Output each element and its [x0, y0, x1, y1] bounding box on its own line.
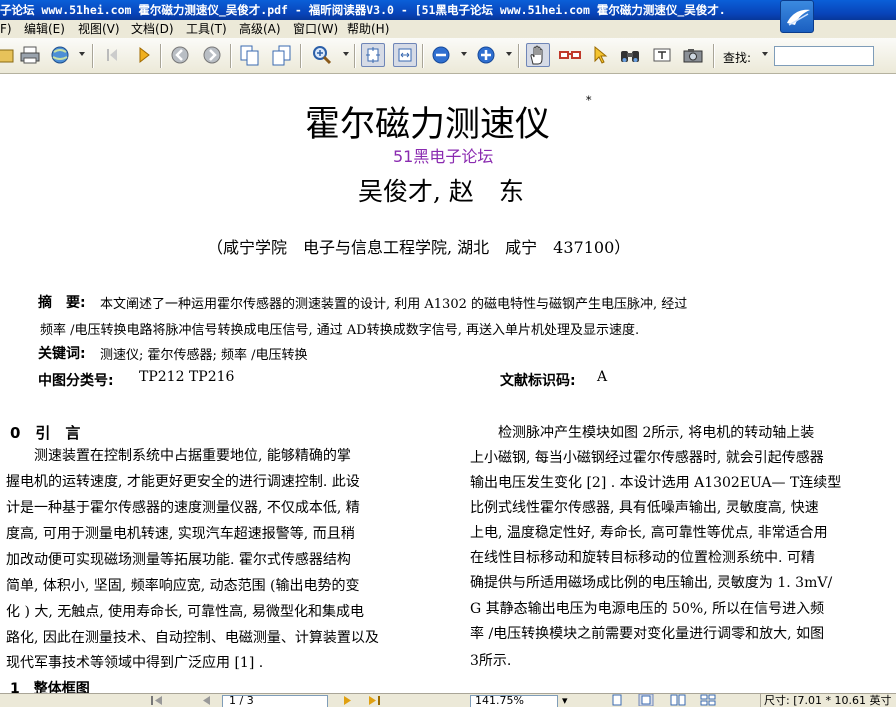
continuous-facing-view-icon[interactable]: [700, 694, 716, 707]
menu-file[interactable]: F): [0, 20, 12, 38]
menu-document[interactable]: 文档(D): [131, 20, 174, 38]
left-line-9: 现代军事技术等领域中得到广泛应用 [1] .: [6, 655, 264, 671]
chevron-down-icon[interactable]: [506, 52, 512, 56]
toolbar-separator: [300, 44, 302, 68]
first-page-button[interactable]: [150, 694, 164, 707]
abstract-label: 摘 要:: [38, 295, 86, 311]
camera-icon[interactable]: [681, 43, 705, 67]
continuous-view-icon[interactable]: [638, 694, 654, 707]
nav-back-icon[interactable]: [168, 43, 192, 67]
left-line-6: 简单, 体积小, 坚固, 频率响应宽, 动态范围 (输出电势的变: [6, 578, 360, 594]
next-page-button[interactable]: [342, 694, 354, 707]
left-line-5: 加改动便可实现磁场测量等拓展功能. 霍尔式传感器结构: [6, 552, 351, 568]
single-page-view-icon[interactable]: [610, 694, 624, 707]
binoculars-icon[interactable]: [618, 43, 642, 67]
right-line-6: 在线性目标移动和旋转目标移动的位置检测系统中. 可精: [470, 550, 815, 566]
right-line-3: 输出电压发生变化 [2] . 本设计选用 A1302EUA— T连续型: [470, 475, 842, 491]
right-line-9: 率 /电压转换模块之前需要对变化量进行调零和放大, 如图: [470, 626, 825, 642]
window-title: 子论坛 www.51hei.com 霍尔磁力测速仪_吴俊才.pdf - 福昕阅读…: [0, 3, 726, 17]
page-number-text: 1 / 3: [229, 694, 254, 707]
toolbar-separator: [230, 44, 232, 68]
hand-tool-icon[interactable]: [526, 43, 550, 67]
left-line-4: 度高, 可用于测量电机转速, 实现汽车超速报警等, 而且稍: [6, 526, 355, 542]
toolbar-separator: [92, 44, 94, 68]
select-arrow-icon[interactable]: [588, 43, 612, 67]
menu-bar: F) 编辑(E) 视图(V) 文档(D) 工具(T) 高级(A) 窗口(W) 帮…: [0, 20, 896, 38]
zoom-in-tool-icon[interactable]: [310, 43, 334, 67]
right-line-4: 比例式线性霍尔传感器, 具有低噪声输出, 灵敏度高, 快速: [470, 500, 819, 516]
page-number-input[interactable]: 1 / 3: [222, 694, 328, 707]
document-view[interactable]: 霍尔磁力测速仪 * 51黑电子论坛 吴俊才, 赵 东 （咸宁学院 电子与信息工程…: [0, 75, 896, 693]
status-bar: 1 / 3 141.75% ▾ 尺寸: [7.01 * 10.61 英寸: [0, 693, 896, 707]
fit-page-icon[interactable]: [361, 43, 385, 67]
toolbar: 查找:: [0, 38, 896, 74]
authors: 吴俊才, 赵 东: [358, 177, 524, 206]
menu-window[interactable]: 窗口(W): [293, 20, 338, 38]
clc-label: 中图分类号:: [38, 373, 114, 389]
toolbar-separator: [354, 44, 356, 68]
right-line-8: G 其静态输出电压为电源电压的 50%, 所以在信号进入频: [470, 601, 825, 617]
menu-help[interactable]: 帮助(H): [347, 20, 389, 38]
clc-value: TP212 TP216: [139, 369, 235, 385]
zoom-out-icon[interactable]: [429, 43, 453, 67]
chevron-down-icon[interactable]: [79, 52, 85, 56]
right-line-7: 确提供与所适用磁场成比例的电压输出, 灵敏度为 1. 3mV/: [470, 575, 833, 591]
prev-page-button[interactable]: [200, 694, 212, 707]
nav-next-icon[interactable]: [132, 43, 156, 67]
zoom-plus-icon[interactable]: [474, 43, 498, 67]
right-line-1: 检测脉冲产生模块如图 2所示, 将电机的转动轴上装: [470, 425, 815, 441]
toolbar-separator: [422, 44, 424, 68]
affiliation: （咸宁学院 电子与信息工程学院, 湖北 咸宁 437100）: [207, 238, 631, 257]
toolbar-separator: [518, 44, 520, 68]
right-line-5: 上电, 温度稳定性好, 寿命长, 高可靠性等优点, 非常适合用: [470, 525, 828, 541]
paper-title: 霍尔磁力测速仪: [305, 105, 551, 145]
folder-icon[interactable]: [0, 43, 18, 67]
menu-edit[interactable]: 编辑(E): [24, 20, 65, 38]
keywords-label: 关键词:: [38, 346, 86, 362]
chevron-down-icon[interactable]: [461, 52, 467, 56]
page-size-readout: 尺寸: [7.01 * 10.61 英寸: [760, 694, 891, 707]
left-line-2: 握电机的运转速度, 才能更好更安全的进行调速控制. 此设: [6, 474, 360, 490]
last-page-button[interactable]: [367, 694, 381, 707]
watermark-text: 51黑电子论坛: [393, 147, 494, 166]
abstract-line-2: 频率 /电压转换电路将脉冲信号转换成电压信号, 通过 AD转换成数字信号, 再送…: [40, 323, 640, 338]
nav-first-icon[interactable]: [100, 43, 124, 67]
left-line-3: 计是一种基于霍尔传感器的速度测量仪器, 不仅成本低, 精: [6, 500, 360, 516]
menu-view[interactable]: 视图(V): [78, 20, 120, 38]
doc-code-label: 文献标识码:: [500, 373, 576, 389]
chevron-down-icon[interactable]: ▾: [562, 694, 568, 707]
nav-forward-icon[interactable]: [200, 43, 224, 67]
chevron-down-icon[interactable]: [762, 52, 768, 56]
chevron-down-icon[interactable]: [343, 52, 349, 56]
app-logo-icon: [780, 0, 814, 33]
printer-icon[interactable]: [18, 43, 42, 67]
abstract-line-1: 本文阐述了一种运用霍尔传感器的测速装置的设计, 利用 A1302 的磁电特性与磁…: [100, 297, 688, 312]
left-line-1: 测速装置在控制系统中占据重要地位, 能够精确的掌: [6, 448, 351, 464]
keywords: 测速仪; 霍尔传感器; 频率 /电压转换: [100, 348, 308, 363]
find-label: 查找:: [723, 51, 752, 65]
toolbar-separator: [713, 44, 715, 68]
title-footnote-mark: *: [586, 94, 592, 107]
zoom-value: 141.75%: [475, 694, 524, 707]
right-line-10: 3所示.: [470, 653, 512, 669]
menu-tools[interactable]: 工具(T): [186, 20, 227, 38]
zoom-combo[interactable]: 141.75%: [470, 694, 558, 707]
copy-page-icon[interactable]: [238, 43, 262, 67]
menu-advanced[interactable]: 高级(A): [239, 20, 281, 38]
text-tool-icon[interactable]: [650, 43, 674, 67]
right-line-2: 上小磁钢, 每当小磁钢经过霍尔传感器时, 就会引起传感器: [470, 450, 824, 466]
section-1-title: 1 整体框图: [10, 681, 90, 693]
left-line-8: 路化, 因此在测量技术、自动控制、电磁测量、计算装置以及: [6, 630, 379, 646]
globe-icon[interactable]: [48, 43, 72, 67]
toolbar-separator: [160, 44, 162, 68]
glasses-icon[interactable]: [558, 43, 582, 67]
section-0-title: 0 引 言: [10, 424, 81, 442]
title-bar: 子论坛 www.51hei.com 霍尔磁力测速仪_吴俊才.pdf - 福昕阅读…: [0, 0, 896, 20]
paste-page-icon[interactable]: [270, 43, 294, 67]
left-line-7: 化 ) 大, 无触点, 使用寿命长, 可靠性高, 易微型化和集成电: [6, 604, 364, 620]
find-input[interactable]: [774, 46, 874, 66]
facing-view-icon[interactable]: [670, 694, 686, 707]
doc-code-value: A: [597, 369, 608, 385]
fit-width-icon[interactable]: [393, 43, 417, 67]
